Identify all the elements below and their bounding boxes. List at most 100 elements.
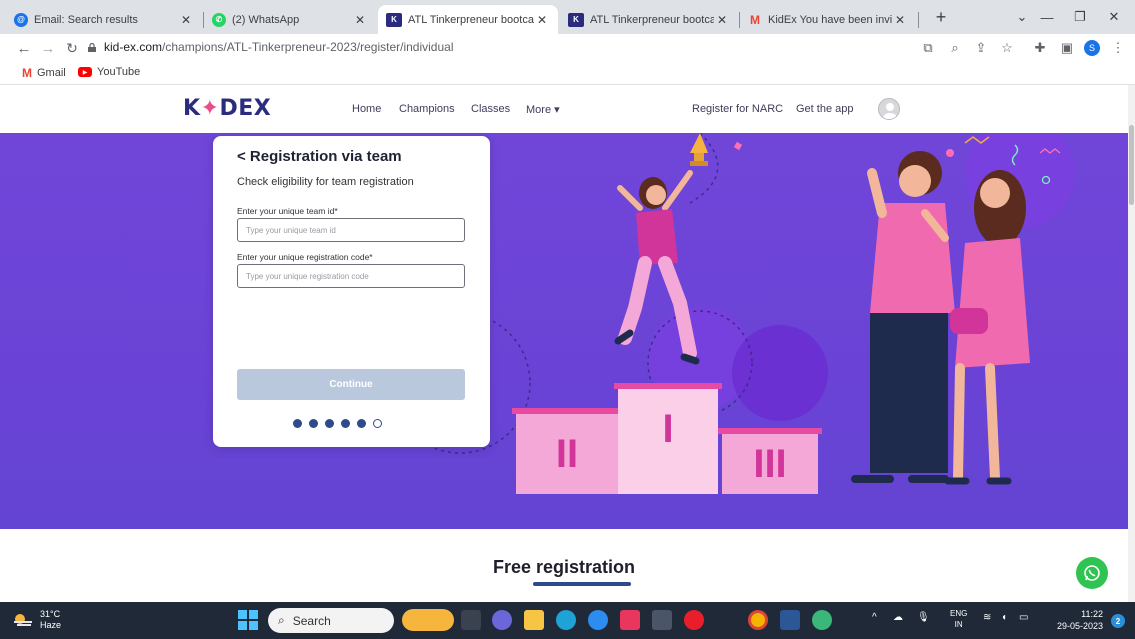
close-tab-icon[interactable]: ✕ bbox=[352, 13, 368, 27]
close-tab-icon[interactable]: ✕ bbox=[534, 13, 550, 27]
registration-code-input[interactable] bbox=[237, 264, 465, 288]
store-app-icon[interactable] bbox=[588, 610, 608, 630]
calculator-icon[interactable] bbox=[652, 610, 672, 630]
onedrive-cloud-icon[interactable]: ☁ bbox=[893, 612, 903, 623]
bookmarks-bar: M Gmail ▶ YouTube bbox=[0, 63, 1135, 85]
widgets-icon[interactable] bbox=[402, 609, 454, 631]
podium-second-label: II bbox=[556, 432, 578, 476]
close-window-button[interactable]: ✕ bbox=[1097, 0, 1131, 34]
whatsapp-favicon-icon: ✆ bbox=[212, 12, 226, 27]
nav-champions[interactable]: Champions bbox=[399, 103, 455, 115]
file-explorer-icon[interactable] bbox=[524, 610, 544, 630]
region-code: IN bbox=[954, 620, 963, 629]
card-title-back-link[interactable]: < Registration via team bbox=[237, 148, 402, 165]
site-header: K✦DEX Home Champions Classes More ▾ Regi… bbox=[0, 85, 1128, 133]
bookmark-label: Gmail bbox=[37, 67, 66, 79]
notification-badge[interactable]: 2 bbox=[1111, 614, 1125, 628]
step-indicator bbox=[293, 419, 413, 429]
menu-kebab-icon[interactable]: ⋮ bbox=[1108, 38, 1128, 58]
bookmark-star-icon[interactable]: ☆ bbox=[997, 38, 1017, 58]
tab-atl[interactable]: K ATL Tinkerpreneur bootcamp ✕ bbox=[560, 5, 738, 34]
windows-start-icon[interactable] bbox=[238, 610, 258, 630]
tray-overflow-chevron-icon[interactable]: ^ bbox=[872, 612, 877, 623]
new-tab-button[interactable]: + bbox=[924, 0, 958, 34]
taskbar-search[interactable]: ⌕ Search bbox=[268, 608, 394, 633]
taskbar-search-label: Search bbox=[292, 613, 331, 628]
haze-weather-icon bbox=[14, 614, 32, 626]
search-icon: ⌕ bbox=[278, 613, 285, 627]
word-icon[interactable] bbox=[780, 610, 800, 630]
page-scrollbar[interactable] bbox=[1128, 85, 1135, 602]
tab-email[interactable]: @ Email: Search results ✕ bbox=[6, 5, 202, 34]
mcafee-icon[interactable] bbox=[620, 610, 640, 630]
bookmark-gmail[interactable]: M Gmail bbox=[22, 66, 66, 80]
browser-tab-strip: @ Email: Search results ✕ ✆ (2) WhatsApp… bbox=[0, 0, 1135, 34]
whatsapp-chat-button[interactable] bbox=[1076, 557, 1108, 589]
weather-widget[interactable]: 31°C Haze bbox=[12, 609, 61, 631]
forward-arrow-icon[interactable]: → bbox=[38, 38, 58, 58]
extensions-icon[interactable]: ✚ bbox=[1030, 38, 1050, 58]
tab-atl-active[interactable]: K ATL Tinkerpreneur bootcamp ✕ bbox=[378, 5, 558, 34]
user-avatar[interactable] bbox=[878, 98, 900, 120]
nav-register-narc[interactable]: Register for NARC bbox=[692, 103, 783, 115]
kidex-logo[interactable]: K✦DEX bbox=[183, 96, 271, 121]
close-tab-icon[interactable]: ✕ bbox=[714, 13, 730, 27]
restore-button[interactable]: ❐ bbox=[1063, 0, 1097, 34]
windows-taskbar: 31°C Haze ⌕ Search ^ ☁ 🎙 ENG IN ≋ ◖ ▭ 11:… bbox=[0, 602, 1135, 639]
youtube-icon: ▶ bbox=[78, 67, 92, 77]
card-subtitle: Check eligibility for team registration bbox=[237, 176, 414, 188]
profile-avatar[interactable]: S bbox=[1082, 38, 1102, 58]
chrome-icon[interactable] bbox=[748, 610, 768, 630]
podium-first-label: I bbox=[662, 407, 673, 451]
team-id-input[interactable] bbox=[237, 218, 465, 242]
opera-icon[interactable] bbox=[684, 610, 704, 630]
browser-toolbar: ← → ↻ kid-ex.com/champions/ATL-Tinkerpre… bbox=[0, 34, 1135, 63]
clock-time: 11:22 bbox=[1081, 609, 1103, 619]
side-panel-icon[interactable]: ▣ bbox=[1057, 38, 1077, 58]
tab-kidex-invite[interactable]: M KidEx You have been invited ✕ bbox=[740, 5, 916, 34]
url-path: /champions/ATL-Tinkerpreneur-2023/regist… bbox=[162, 40, 454, 54]
battery-icon[interactable]: ▭ bbox=[1019, 612, 1028, 623]
nav-classes[interactable]: Classes bbox=[471, 103, 510, 115]
heading-underline bbox=[533, 582, 631, 586]
back-arrow-icon[interactable]: ← bbox=[14, 38, 34, 58]
step-dot bbox=[309, 419, 318, 428]
lock-icon[interactable] bbox=[88, 43, 96, 52]
tab-whatsapp[interactable]: ✆ (2) WhatsApp ✕ bbox=[204, 5, 376, 34]
tab-label: Email: Search results bbox=[34, 13, 138, 26]
volume-icon[interactable]: ◖ bbox=[1001, 612, 1007, 623]
nav-get-app[interactable]: Get the app bbox=[796, 103, 854, 115]
tab-label: ATL Tinkerpreneur bootcamp bbox=[590, 13, 714, 26]
task-view-icon[interactable] bbox=[461, 610, 481, 630]
reload-icon[interactable]: ↻ bbox=[62, 38, 82, 58]
minimize-button[interactable]: — bbox=[1030, 0, 1064, 34]
scrollbar-thumb[interactable] bbox=[1129, 125, 1134, 205]
language-indicator[interactable]: ENG IN bbox=[950, 608, 967, 630]
close-tab-icon[interactable]: ✕ bbox=[892, 13, 908, 27]
microphone-icon[interactable]: 🎙 bbox=[917, 612, 930, 623]
address-bar[interactable]: kid-ex.com/champions/ATL-Tinkerpreneur-2… bbox=[104, 40, 454, 54]
wifi-icon[interactable]: ≋ bbox=[983, 612, 991, 623]
chat-icon[interactable] bbox=[492, 610, 512, 630]
hero-illustration: II I III bbox=[389, 133, 1075, 494]
install-app-icon[interactable]: ⧉ bbox=[918, 38, 938, 58]
registration-code-label: Enter your unique registration code* bbox=[237, 252, 373, 262]
weather-condition: Haze bbox=[40, 620, 62, 630]
zoom-icon[interactable]: ⌕ bbox=[945, 38, 965, 58]
temperature: 31°C bbox=[40, 609, 61, 619]
kidex-favicon-icon: K bbox=[386, 12, 402, 27]
close-tab-icon[interactable]: ✕ bbox=[178, 13, 194, 27]
continue-button[interactable]: Continue bbox=[237, 369, 465, 400]
logo-mark: ✦ bbox=[200, 96, 220, 121]
bookmark-youtube[interactable]: ▶ YouTube bbox=[78, 66, 140, 78]
nav-more-dropdown[interactable]: More ▾ bbox=[526, 103, 560, 116]
step-dot bbox=[357, 419, 366, 428]
clock-date: 29-05-2023 bbox=[1056, 621, 1103, 631]
share-icon[interactable]: ⇪ bbox=[971, 38, 991, 58]
system-clock[interactable]: 11:22 29-05-2023 bbox=[1055, 608, 1103, 632]
edge-browser-icon[interactable] bbox=[556, 610, 576, 630]
gmail-favicon-icon: M bbox=[750, 12, 760, 27]
maps-app-icon[interactable] bbox=[812, 610, 832, 630]
page-viewport: K✦DEX Home Champions Classes More ▾ Regi… bbox=[0, 85, 1128, 602]
nav-home[interactable]: Home bbox=[352, 103, 381, 115]
